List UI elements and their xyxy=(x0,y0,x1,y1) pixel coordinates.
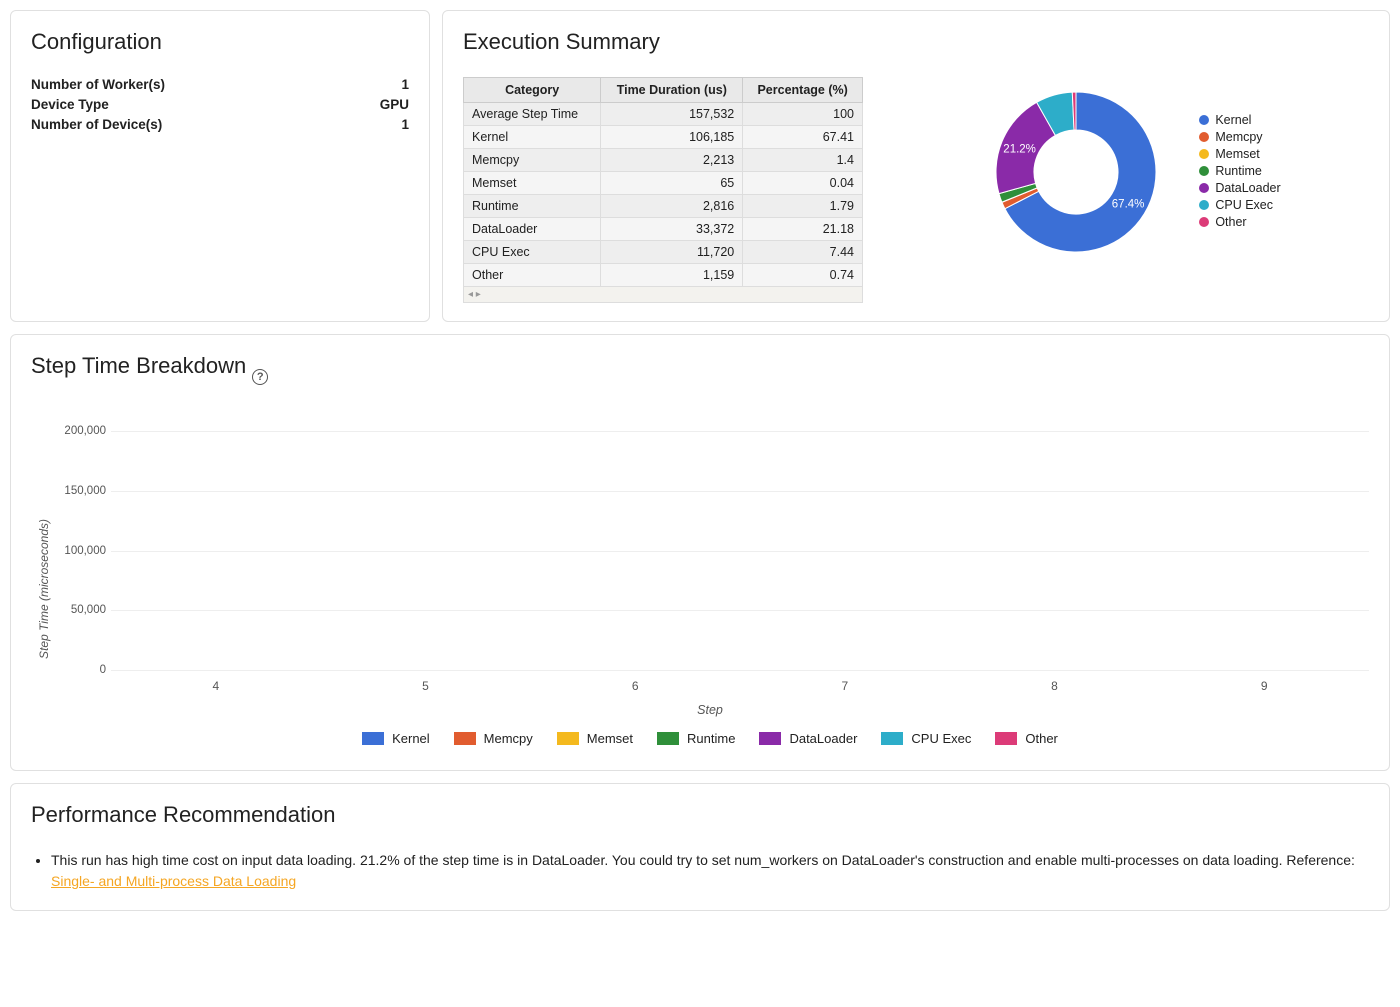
execution-donut-chart: 67.4% 21.2% xyxy=(971,77,1181,267)
table-row: Other1,1590.74 xyxy=(464,264,863,287)
step-breakdown-card: Step Time Breakdown ? Step Time (microse… xyxy=(10,334,1390,771)
donut-legend: Kernel Memcpy Memset Runtime DataLoader CPU E… xyxy=(1199,113,1280,232)
config-label: Number of Device(s) xyxy=(31,117,162,132)
step-breakdown-chart: 050,000100,000150,000200,000 xyxy=(111,431,1369,671)
x-tick: 8 xyxy=(950,671,1160,693)
legend-label: Other xyxy=(1025,731,1058,746)
legend-label: Memcpy xyxy=(1215,130,1262,144)
config-value: GPU xyxy=(380,97,409,112)
legend-swatch xyxy=(1199,132,1209,142)
x-tick: 9 xyxy=(1159,671,1369,693)
legend-label: Memset xyxy=(587,731,633,746)
config-label: Device Type xyxy=(31,97,109,112)
y-tick: 50,000 xyxy=(51,604,106,616)
legend-item: Memcpy xyxy=(454,731,533,746)
step-breakdown-title: Step Time Breakdown xyxy=(31,353,246,379)
legend-swatch xyxy=(454,732,476,745)
table-header: Time Duration (us) xyxy=(601,78,743,103)
svg-text:67.4%: 67.4% xyxy=(1112,199,1145,211)
execution-summary-title: Execution Summary xyxy=(463,29,1369,55)
x-tick: 6 xyxy=(530,671,740,693)
table-row: Average Step Time157,532100 xyxy=(464,103,863,126)
legend-item: CPU Exec xyxy=(1199,198,1280,212)
legend-label: Kernel xyxy=(392,731,430,746)
legend-label: CPU Exec xyxy=(911,731,971,746)
config-row: Device Type GPU xyxy=(31,97,409,112)
legend-item: Runtime xyxy=(1199,164,1280,178)
legend-item: DataLoader xyxy=(759,731,857,746)
table-row: Memcpy2,2131.4 xyxy=(464,149,863,172)
legend-swatch xyxy=(759,732,781,745)
legend-swatch xyxy=(557,732,579,745)
legend-label: Other xyxy=(1215,215,1246,229)
x-tick: 5 xyxy=(321,671,531,693)
legend-swatch xyxy=(1199,217,1209,227)
configuration-title: Configuration xyxy=(31,29,409,55)
legend-label: CPU Exec xyxy=(1215,198,1273,212)
legend-label: Runtime xyxy=(1215,164,1262,178)
y-axis-label: Step Time (microseconds) xyxy=(31,519,51,659)
legend-item: Other xyxy=(995,731,1058,746)
legend-swatch xyxy=(1199,200,1209,210)
config-row: Number of Device(s) 1 xyxy=(31,117,409,132)
config-value: 1 xyxy=(401,117,409,132)
legend-label: Runtime xyxy=(687,731,735,746)
legend-label: DataLoader xyxy=(789,731,857,746)
execution-summary-card: Execution Summary CategoryTime Duration … xyxy=(442,10,1390,322)
legend-item: Memcpy xyxy=(1199,130,1280,144)
legend-item: DataLoader xyxy=(1199,181,1280,195)
bar-chart-legend: Kernel Memcpy Memset Runtime DataLoader CPU E… xyxy=(51,731,1369,746)
table-row: Runtime2,8161.79 xyxy=(464,195,863,218)
svg-text:21.2%: 21.2% xyxy=(1004,144,1037,156)
y-tick: 100,000 xyxy=(51,545,106,557)
config-row: Number of Worker(s) 1 xyxy=(31,77,409,92)
table-row: CPU Exec11,7207.44 xyxy=(464,241,863,264)
table-header: Category xyxy=(464,78,601,103)
legend-swatch xyxy=(1199,115,1209,125)
config-value: 1 xyxy=(401,77,409,92)
legend-item: Kernel xyxy=(1199,113,1280,127)
legend-label: Memset xyxy=(1215,147,1259,161)
recommendation-link[interactable]: Single- and Multi-process Data Loading xyxy=(51,873,296,889)
table-row: Memset650.04 xyxy=(464,172,863,195)
legend-item: Kernel xyxy=(362,731,430,746)
configuration-card: Configuration Number of Worker(s) 1 Device… xyxy=(10,10,430,322)
legend-label: Memcpy xyxy=(484,731,533,746)
legend-label: Kernel xyxy=(1215,113,1251,127)
legend-swatch xyxy=(995,732,1017,745)
legend-swatch xyxy=(1199,149,1209,159)
execution-summary-table: CategoryTime Duration (us)Percentage (%)… xyxy=(463,77,863,287)
legend-swatch xyxy=(881,732,903,745)
x-tick: 7 xyxy=(740,671,950,693)
table-row: Kernel106,18567.41 xyxy=(464,126,863,149)
recommendation-card: Performance Recommendation This run has … xyxy=(10,783,1390,911)
legend-swatch xyxy=(1199,166,1209,176)
y-tick: 150,000 xyxy=(51,485,106,497)
config-label: Number of Worker(s) xyxy=(31,77,165,92)
x-axis-label: Step xyxy=(51,703,1369,717)
x-tick: 4 xyxy=(111,671,321,693)
table-pager[interactable]: ◂ ▸ xyxy=(463,287,863,303)
recommendation-item: This run has high time cost on input dat… xyxy=(51,850,1369,892)
y-tick: 0 xyxy=(51,664,106,676)
legend-label: DataLoader xyxy=(1215,181,1280,195)
legend-swatch xyxy=(657,732,679,745)
legend-swatch xyxy=(362,732,384,745)
legend-item: Memset xyxy=(557,731,633,746)
legend-swatch xyxy=(1199,183,1209,193)
y-tick: 200,000 xyxy=(51,425,106,437)
legend-item: Runtime xyxy=(657,731,735,746)
recommendation-title: Performance Recommendation xyxy=(31,802,1369,828)
table-header: Percentage (%) xyxy=(743,78,863,103)
help-icon[interactable]: ? xyxy=(252,369,268,385)
legend-item: CPU Exec xyxy=(881,731,971,746)
legend-item: Memset xyxy=(1199,147,1280,161)
legend-item: Other xyxy=(1199,215,1280,229)
table-row: DataLoader33,37221.18 xyxy=(464,218,863,241)
